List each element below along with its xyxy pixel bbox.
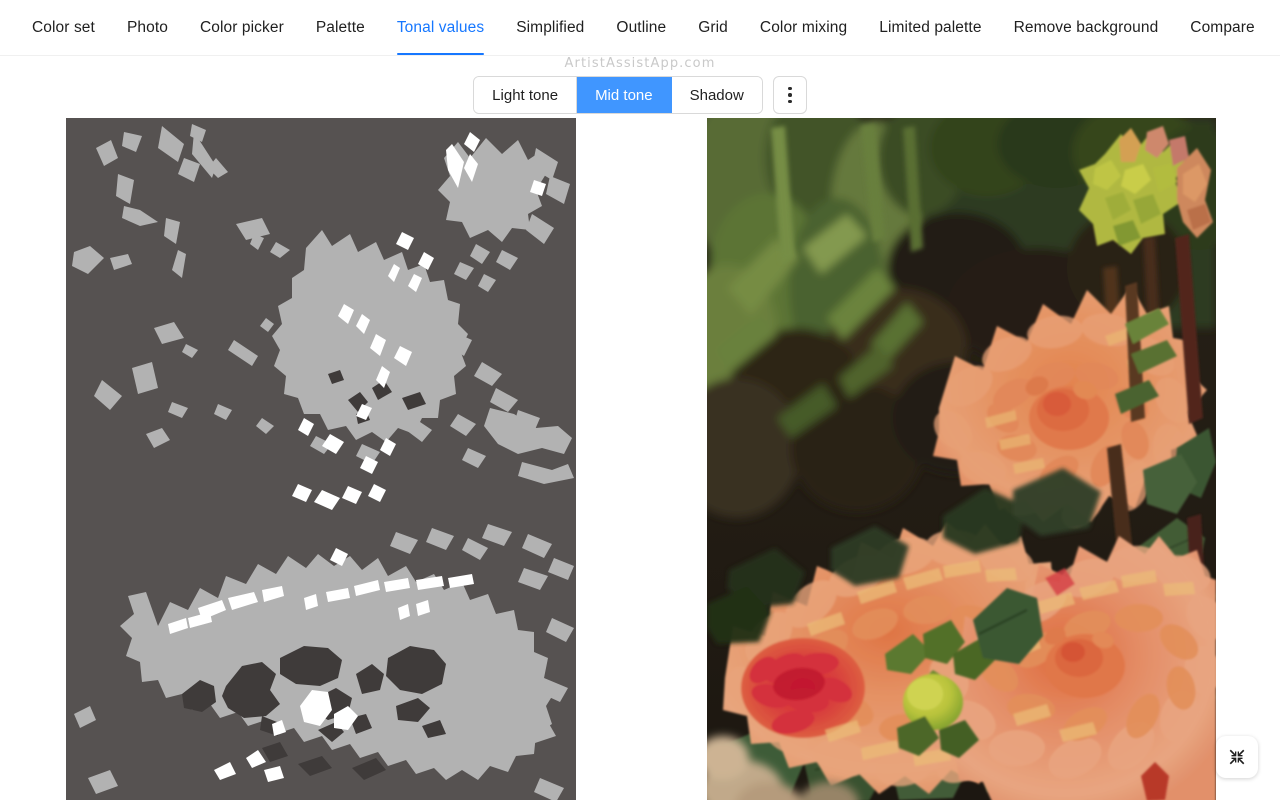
tab-simplified[interactable]: Simplified xyxy=(500,0,600,55)
tab-label: Color set xyxy=(32,18,95,36)
tone-toolbar: Light tone Mid tone Shadow xyxy=(0,76,1280,114)
tone-option-mid-tone[interactable]: Mid tone xyxy=(577,77,672,113)
tab-label: Grid xyxy=(698,18,728,36)
exit-fullscreen-button[interactable] xyxy=(1216,736,1258,778)
tab-label: Photo xyxy=(126,18,168,36)
compress-arrows-icon xyxy=(1229,749,1245,765)
tab-remove-background[interactable]: Remove background xyxy=(998,0,1175,55)
tab-label: Compare xyxy=(1190,18,1255,36)
tab-color-mixing[interactable]: Color mixing xyxy=(744,0,863,55)
main-tab-bar: Color set Photo Color picker Palette Ton… xyxy=(0,0,1280,56)
more-options-button[interactable] xyxy=(772,76,807,114)
app-watermark: ArtistAssistApp.com xyxy=(564,56,716,71)
tab-color-picker[interactable]: Color picker xyxy=(184,0,300,55)
tab-palette[interactable]: Palette xyxy=(300,0,381,55)
tab-label: Palette xyxy=(315,18,365,36)
tone-option-label: Light tone xyxy=(492,86,559,104)
tone-option-label: Shadow xyxy=(689,86,744,104)
tab-help[interactable]: Help xyxy=(1271,0,1280,55)
tab-label: Remove background xyxy=(1013,18,1159,36)
image-comparison-area xyxy=(0,118,1280,800)
tab-label: Limited palette xyxy=(879,18,982,36)
three-dots-vertical-icon xyxy=(788,86,792,104)
tone-segmented-control: Light tone Mid tone Shadow xyxy=(473,76,763,114)
tonal-values-toolbar-area: ArtistAssistApp.com Light tone Mid tone … xyxy=(0,56,1280,118)
tab-label: Color mixing xyxy=(759,18,848,36)
tab-color-set[interactable]: Color set xyxy=(16,0,111,55)
tone-option-light-tone[interactable]: Light tone xyxy=(474,77,578,113)
tonal-values-canvas[interactable] xyxy=(66,118,576,800)
tab-label: Simplified xyxy=(516,18,585,36)
tab-compare[interactable]: Compare xyxy=(1174,0,1270,55)
tab-limited-palette[interactable]: Limited palette xyxy=(863,0,997,55)
tab-label: Outline xyxy=(616,18,667,36)
tab-label: Tonal values xyxy=(396,18,485,36)
source-photo-artwork xyxy=(707,118,1216,800)
tab-grid[interactable]: Grid xyxy=(682,0,744,55)
tone-option-shadow[interactable]: Shadow xyxy=(671,77,762,113)
tone-option-label: Mid tone xyxy=(595,86,653,104)
source-photo-canvas[interactable] xyxy=(707,118,1216,800)
tab-outline[interactable]: Outline xyxy=(600,0,682,55)
tab-tonal-values[interactable]: Tonal values xyxy=(381,0,500,55)
tab-photo[interactable]: Photo xyxy=(111,0,184,55)
tonal-values-image-pane[interactable] xyxy=(66,118,576,800)
source-photo-pane[interactable] xyxy=(707,118,1216,800)
tab-label: Color picker xyxy=(199,18,284,36)
tonal-values-artwork xyxy=(66,118,576,800)
